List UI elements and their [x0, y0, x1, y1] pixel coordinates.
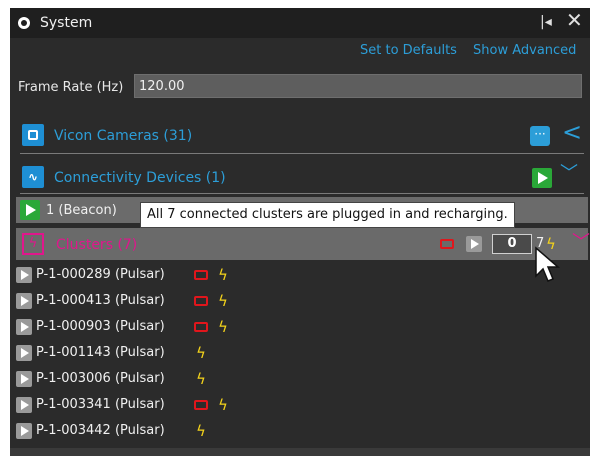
title-bar: System |◂ ✕ [10, 8, 590, 38]
play-icon[interactable] [16, 397, 32, 413]
pin-icon[interactable]: |◂ [540, 14, 552, 30]
more-options-button[interactable]: ··· [530, 126, 550, 146]
clusters-title[interactable]: Clusters (7) [56, 237, 137, 253]
system-panel: System |◂ ✕ Set to Defaults Show Advance… [10, 8, 590, 456]
vicon-cameras-title[interactable]: Vicon Cameras (31) [54, 128, 192, 144]
play-icon[interactable] [16, 319, 32, 335]
cluster-label: P-1-000413 (Pulsar) [36, 293, 165, 308]
connectivity-devices-title[interactable]: Connectivity Devices (1) [54, 170, 226, 186]
bolt-icon: ϟ [196, 422, 206, 440]
cluster-count-box[interactable]: 0 [492, 234, 532, 254]
pulse-icon: ∿ [22, 166, 44, 188]
beacon-label: 1 (Beacon) [46, 203, 117, 218]
cluster-label: P-1-000903 (Pulsar) [36, 319, 165, 334]
play-icon[interactable] [16, 423, 32, 439]
list-item[interactable]: P-1-000903 (Pulsar) ϟ [16, 316, 316, 338]
chevron-down-icon[interactable]: ﹀ [560, 164, 578, 184]
list-item[interactable]: P-1-003442 (Pulsar) ϟ [16, 420, 316, 442]
play-icon[interactable] [16, 345, 32, 361]
play-icon[interactable] [532, 168, 552, 188]
cluster-label: P-1-003341 (Pulsar) [36, 397, 165, 412]
bolt-icon: ϟ [196, 370, 206, 388]
frame-rate-label: Frame Rate (Hz) [18, 80, 124, 95]
list-item[interactable]: P-1-000289 (Pulsar) ϟ [16, 264, 316, 286]
frame-rate-input[interactable] [134, 74, 582, 98]
section-divider [20, 193, 584, 194]
bolt-square-icon: ϟ [22, 233, 44, 255]
play-icon[interactable] [16, 371, 32, 387]
section-divider [20, 153, 584, 154]
battery-icon [440, 239, 454, 249]
clusters-row[interactable]: ϟ Clusters (7) 0 7 ϟ ﹀ [16, 228, 590, 260]
cluster-label: P-1-001143 (Pulsar) [36, 345, 165, 360]
play-icon[interactable] [20, 200, 40, 220]
cluster-label: P-1-000289 (Pulsar) [36, 267, 165, 282]
list-item[interactable]: P-1-003006 (Pulsar) ϟ [16, 368, 316, 390]
bolt-icon: ϟ [218, 396, 228, 414]
play-icon[interactable] [16, 267, 32, 283]
battery-icon [194, 270, 208, 280]
bolt-icon: ϟ [218, 318, 228, 336]
play-icon[interactable] [16, 293, 32, 309]
chevron-down-icon[interactable]: ﹀ [572, 233, 590, 253]
battery-icon [194, 296, 208, 306]
cluster-label: P-1-003442 (Pulsar) [36, 423, 165, 438]
bolt-icon: ϟ [218, 292, 228, 310]
chevron-left-icon[interactable]: < [562, 120, 582, 144]
circle-icon [18, 17, 30, 29]
status-strip [10, 448, 590, 456]
battery-icon [194, 322, 208, 332]
list-item[interactable]: P-1-001143 (Pulsar) ϟ [16, 342, 316, 364]
list-item[interactable]: P-1-000413 (Pulsar) ϟ [16, 290, 316, 312]
battery-icon [194, 400, 208, 410]
show-advanced-link[interactable]: Show Advanced [473, 43, 576, 58]
bolt-icon: ϟ [218, 266, 228, 284]
window-title: System [40, 15, 93, 31]
tooltip: All 7 connected clusters are plugged in … [140, 202, 515, 228]
play-icon[interactable] [466, 236, 482, 252]
close-icon[interactable]: ✕ [566, 10, 583, 30]
mouse-cursor-icon [535, 246, 561, 282]
list-item[interactable]: P-1-003341 (Pulsar) ϟ [16, 394, 316, 416]
camera-grid-icon [22, 124, 44, 146]
set-to-defaults-link[interactable]: Set to Defaults [360, 43, 457, 58]
cluster-label: P-1-003006 (Pulsar) [36, 371, 165, 386]
bolt-icon: ϟ [196, 344, 206, 362]
